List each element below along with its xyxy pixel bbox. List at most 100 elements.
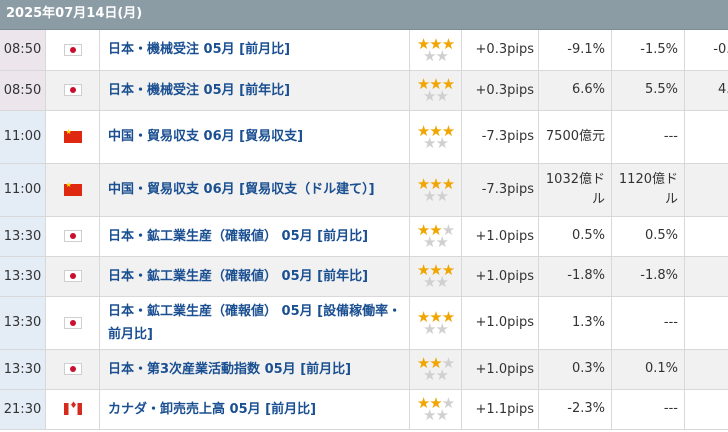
event-name-link[interactable]: カナダ・卸売売上高 05月 [前月比]: [108, 402, 316, 417]
importance-cell: ★★★ ★★: [409, 296, 462, 350]
pips-change: +0.3pips: [461, 70, 539, 111]
previous-value: -2.3%: [538, 389, 612, 430]
pips-change: -7.3pips: [461, 110, 539, 164]
event-time: 13:30: [0, 349, 46, 390]
canada-flag-icon: [63, 401, 82, 415]
actual-value: ---: [684, 349, 728, 390]
event-name-link[interactable]: 日本・鉱工業生産（確報値） 05月 [前月比]: [108, 229, 368, 244]
actual-value: ---: [684, 389, 728, 430]
event-name-link[interactable]: 日本・鉱工業生産（確報値） 05月 [前年比]: [108, 269, 368, 284]
importance-cell: ★★★ ★★: [409, 256, 462, 297]
previous-value: -1.8%: [538, 256, 612, 297]
forecast-value: -1.8%: [611, 256, 685, 297]
importance-cell: ★★★ ★★: [409, 216, 462, 257]
event-name-link[interactable]: 日本・機械受注 05月 [前月比]: [108, 42, 290, 57]
event-time: 13:30: [0, 256, 46, 297]
event-time: 13:30: [0, 296, 46, 350]
previous-value: 0.5%: [538, 216, 612, 257]
country-flag-cell: [45, 110, 100, 164]
calendar-row[interactable]: 08:50 日本・機械受注 05月 [前月比] ★★★ ★★ +0.3pips -9.1%…: [0, 30, 728, 71]
event-time: 08:50: [0, 70, 46, 111]
pips-change: +1.0pips: [461, 349, 539, 390]
event-time: 11:00: [0, 110, 46, 164]
calendar-row[interactable]: 21:30 カナダ・卸売売上高 05月 [前月比] ★★★★★+1.1pips-2.…: [0, 389, 728, 430]
event-name-cell[interactable]: 中国・貿易収支 06月 [貿易収支]: [99, 110, 410, 164]
actual-value: ---: [684, 110, 728, 164]
country-flag-cell: [45, 70, 100, 111]
event-name-cell[interactable]: 日本・鉱工業生産（確報値） 05月 [設備稼働率・前月比]: [99, 296, 410, 350]
forecast-value: 5.5%: [611, 70, 685, 111]
event-time: 21:30: [0, 389, 46, 430]
country-flag-cell: [45, 389, 100, 430]
actual-value: -0.6%: [684, 30, 728, 71]
event-name-link[interactable]: 中国・貿易収支 06月 [貿易収支]: [108, 129, 303, 144]
calendar-row[interactable]: 13:30 日本・鉱工業生産（確報値） 05月 [前月比] ★★★ ★★ +1.0pip…: [0, 216, 728, 257]
calendar-row[interactable]: 13:30 日本・鉱工業生産（確報値） 05月 [前年比] ★★★ ★★ +1.0pip…: [0, 256, 728, 297]
calendar-row[interactable]: 11:00 中国・貿易収支 06月 [貿易収支（ドル建て）] ★★★★★-7.3pi…: [0, 163, 728, 217]
calendar-row[interactable]: 11:00 中国・貿易収支 06月 [貿易収支] ★★★★★-7.3pips7500…: [0, 110, 728, 164]
country-flag-cell: [45, 216, 100, 257]
pips-change: -7.3pips: [461, 163, 539, 217]
previous-value: 1.3%: [538, 296, 612, 350]
event-time: 08:50: [0, 30, 46, 71]
event-name-link[interactable]: 日本・第3次産業活動指数 05月 [前月比]: [108, 362, 351, 377]
actual-value: ---: [684, 216, 728, 257]
importance-cell: ★★★ ★★: [409, 163, 462, 217]
japan-flag-icon: [63, 230, 82, 242]
event-name-link[interactable]: 中国・貿易収支 06月 [貿易収支（ドル建て）]: [108, 182, 375, 197]
date-label: 2025年07月14日(月): [6, 6, 143, 21]
japan-flag-icon: [63, 43, 82, 56]
previous-value: 6.6%: [538, 70, 612, 111]
calendar-date-header: 2025年07月14日(月): [0, 0, 728, 30]
previous-value: 1032億ドル: [538, 163, 612, 217]
event-name-link[interactable]: 日本・機械受注 05月 [前年比]: [108, 83, 290, 98]
actual-value: ---: [684, 296, 728, 350]
japan-flag-icon: [63, 84, 82, 96]
japan-flag-icon: [63, 363, 82, 375]
china-flag-icon: [63, 128, 82, 143]
importance-cell: ★★★ ★★: [409, 110, 462, 164]
country-flag-cell: [45, 30, 100, 71]
importance-cell: ★★★ ★★: [409, 70, 462, 111]
previous-value: 0.3%: [538, 349, 612, 390]
importance-cell: ★★★ ★★: [409, 30, 462, 71]
event-name-cell[interactable]: 中国・貿易収支 06月 [貿易収支（ドル建て）]: [99, 163, 410, 217]
pips-change: +1.0pips: [461, 256, 539, 297]
forecast-value: 0.1%: [611, 349, 685, 390]
calendar-row[interactable]: 08:50 日本・機械受注 05月 [前年比] ★★★ ★★ +0.3pips 6.6% 5…: [0, 70, 728, 111]
forecast-value: 0.5%: [611, 216, 685, 257]
japan-flag-icon: [63, 270, 82, 282]
country-flag-cell: [45, 296, 100, 350]
actual-value: ---: [684, 256, 728, 297]
actual-value: 4.4%: [684, 70, 728, 111]
pips-change: +1.0pips: [461, 216, 539, 257]
forecast-value: 1120億ドル: [611, 163, 685, 217]
pips-change: +0.3pips: [461, 30, 539, 71]
forecast-value: -1.5%: [611, 30, 685, 71]
event-name-cell[interactable]: 日本・機械受注 05月 [前年比]: [99, 70, 410, 111]
event-name-cell[interactable]: 日本・機械受注 05月 [前月比]: [99, 30, 410, 71]
pips-change: +1.1pips: [461, 389, 539, 430]
country-flag-cell: [45, 349, 100, 390]
event-name-cell[interactable]: 日本・第3次産業活動指数 05月 [前月比]: [99, 349, 410, 390]
previous-value: -9.1%: [538, 30, 612, 71]
actual-value: ---: [684, 163, 728, 217]
event-name-cell[interactable]: 日本・鉱工業生産（確報値） 05月 [前月比]: [99, 216, 410, 257]
event-time: 13:30: [0, 216, 46, 257]
country-flag-cell: [45, 163, 100, 217]
calendar-row[interactable]: 13:30 日本・鉱工業生産（確報値） 05月 [設備稼働率・前月比] ★★★ ★★ +…: [0, 296, 728, 350]
forecast-value: ---: [611, 110, 685, 164]
event-name-cell[interactable]: カナダ・卸売売上高 05月 [前月比]: [99, 389, 410, 430]
event-name-link[interactable]: 日本・鉱工業生産（確報値） 05月 [設備稼働率・前月比]: [108, 304, 401, 342]
china-flag-icon: [63, 181, 82, 196]
event-name-cell[interactable]: 日本・鉱工業生産（確報値） 05月 [前年比]: [99, 256, 410, 297]
importance-cell: ★★★ ★★: [409, 349, 462, 390]
forecast-value: ---: [611, 296, 685, 350]
country-flag-cell: [45, 256, 100, 297]
importance-cell: ★★★ ★★: [409, 389, 462, 430]
japan-flag-icon: [63, 316, 82, 329]
calendar-row[interactable]: 13:30 日本・第3次産業活動指数 05月 [前月比] ★★★ ★★ +1.0pips…: [0, 349, 728, 390]
previous-value: 7500億元: [538, 110, 612, 164]
event-time: 11:00: [0, 163, 46, 217]
pips-change: +1.0pips: [461, 296, 539, 350]
